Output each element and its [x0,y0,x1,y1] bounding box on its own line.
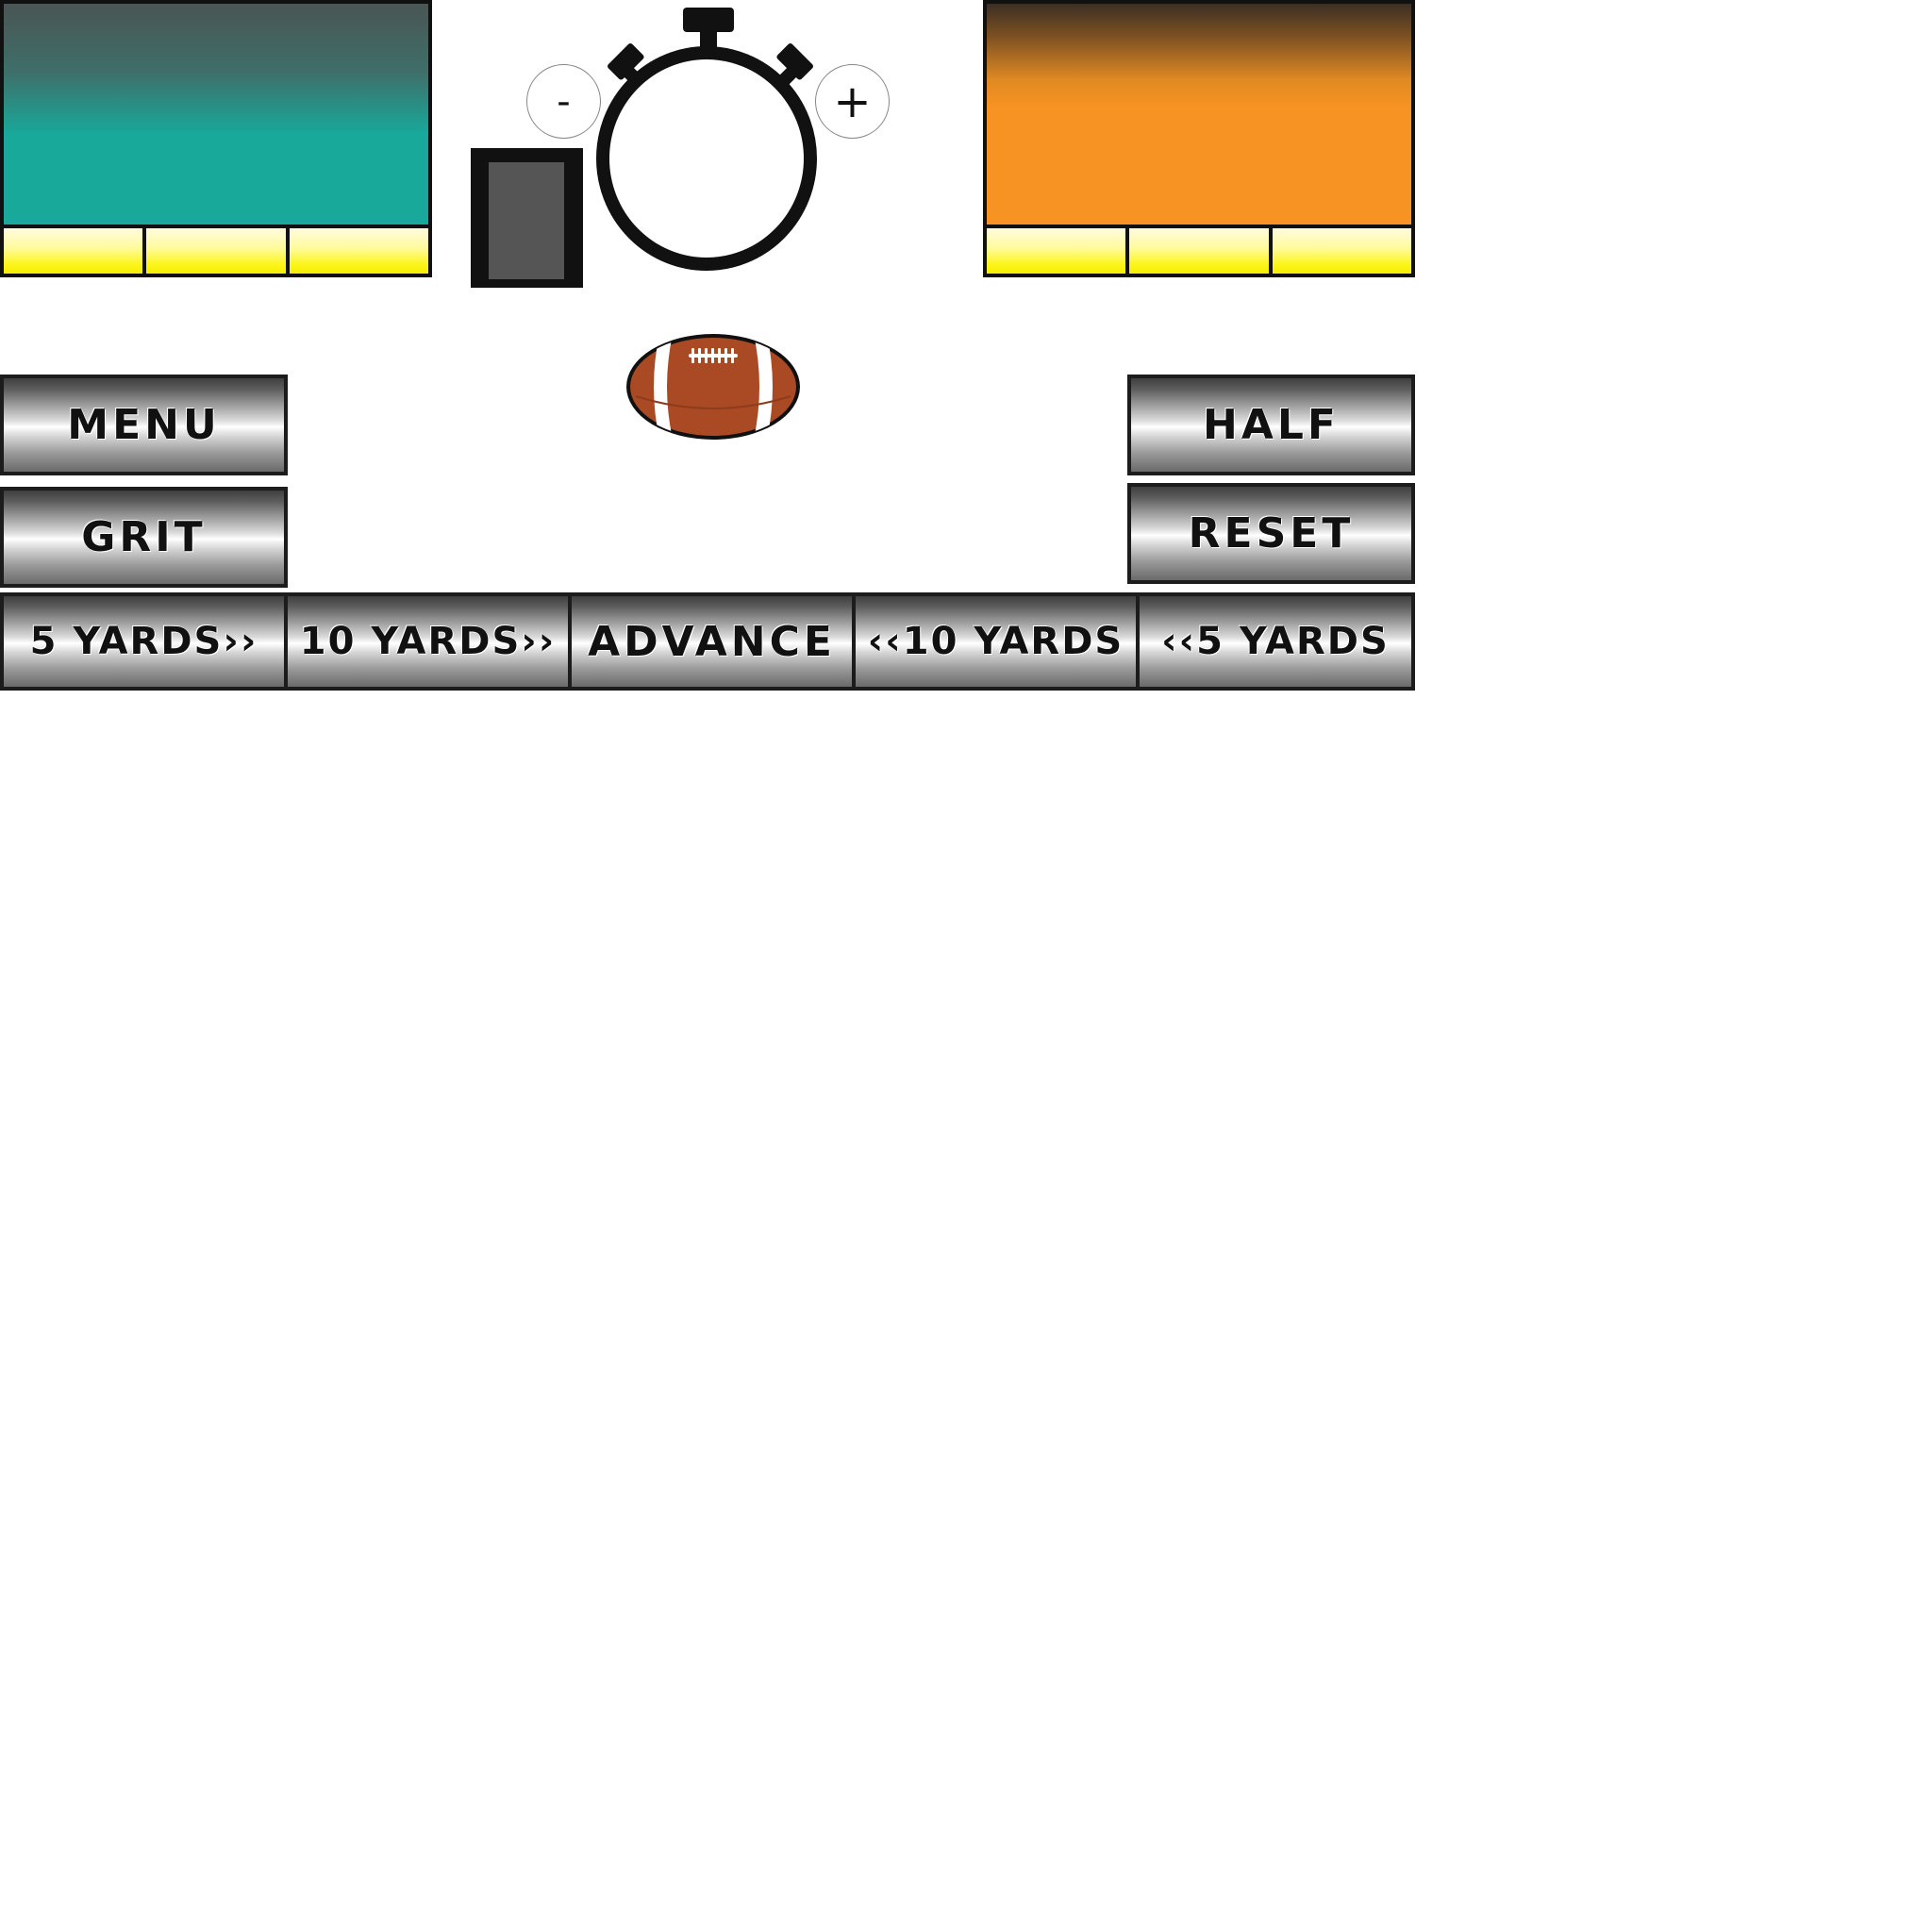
clock-plus-button[interactable]: + [815,64,890,139]
home-team-panel[interactable] [0,0,432,228]
reset-button-label: RESET [1188,509,1355,558]
grit-button-label: GRIT [81,513,207,561]
stopwatch-icon[interactable] [592,4,828,277]
home-timeouts [0,225,432,277]
half-button[interactable]: HALF [1127,375,1415,475]
half-button-label: HALF [1203,401,1340,449]
advance-5-yards-button[interactable]: 5 YARDS›› [0,592,288,691]
advance-10-yards-button[interactable]: 10 YARDS›› [284,592,572,691]
back-10-yards-button[interactable]: ‹‹10 YARDS [852,592,1140,691]
clock-minus-button[interactable]: - [526,64,601,139]
advance-button-label: ADVANCE [588,617,836,666]
home-timeout-2 [146,228,286,274]
back-5-yards-label: ‹‹5 YARDS [1161,620,1390,663]
down-indicator-screen [489,162,564,279]
back-10-yards-label: ‹‹10 YARDS [867,620,1124,663]
away-timeout-1 [987,228,1126,274]
away-timeout-3 [1272,228,1411,274]
advance-10-yards-label: 10 YARDS›› [299,620,557,663]
menu-button-label: MENU [67,401,221,449]
back-5-yards-button[interactable]: ‹‹5 YARDS [1136,592,1415,691]
grit-button[interactable]: GRIT [0,487,288,588]
football-icon[interactable] [623,330,804,443]
away-timeouts [983,225,1415,277]
home-timeout-3 [289,228,428,274]
advance-5-yards-label: 5 YARDS›› [29,620,258,663]
down-indicator-box[interactable] [471,148,583,288]
menu-button[interactable]: MENU [0,375,288,475]
away-team-panel[interactable] [983,0,1415,228]
home-timeout-1 [4,228,143,274]
advance-button[interactable]: ADVANCE [568,592,856,691]
reset-button[interactable]: RESET [1127,483,1415,584]
clock-minus-label: - [557,79,571,124]
clock-plus-label: + [833,75,872,128]
away-timeout-2 [1129,228,1269,274]
